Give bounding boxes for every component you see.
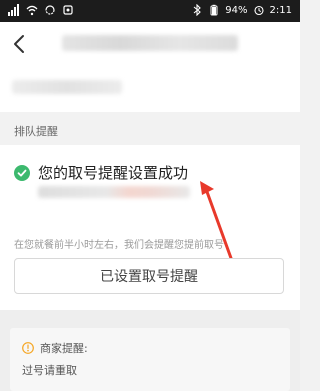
wifi-icon: [26, 5, 38, 16]
status-right-icons: 94% 2:11: [191, 4, 292, 16]
alarm-icon: [253, 5, 264, 16]
redacted-queue-info: [38, 186, 190, 198]
merchant-notice: 商家提醒: 过号请重取: [10, 328, 290, 391]
sync-icon: [45, 5, 55, 15]
redacted-info-strip: [0, 66, 300, 112]
reminder-card: 您的取号提醒设置成功 在您就餐前半小时左右，我们会提醒您提前取号 已设置取号提醒: [0, 145, 300, 310]
battery-percent: 94%: [225, 4, 248, 16]
section-title: 排队提醒: [14, 125, 58, 138]
notification-icon: [63, 5, 73, 15]
nav-bar: [0, 22, 300, 66]
signal-icon: [8, 4, 19, 16]
success-row: 您的取号提醒设置成功: [14, 162, 188, 183]
clock: 2:11: [269, 4, 292, 16]
success-message: 您的取号提醒设置成功: [38, 164, 189, 182]
notice-text: 过号请重取: [22, 364, 77, 377]
reminder-hint: 在您就餐前半小时左右，我们会提醒您提前取号: [14, 240, 224, 251]
status-bar: 94% 2:11: [0, 0, 300, 22]
notice-title: 商家提醒:: [40, 342, 88, 355]
info-icon: [22, 342, 34, 354]
reminder-set-button[interactable]: 已设置取号提醒: [14, 258, 284, 294]
bluetooth-icon: [193, 4, 202, 16]
status-left-icons: [8, 4, 74, 16]
redacted-text: [12, 80, 122, 94]
notice-header: 商家提醒:: [22, 340, 88, 356]
battery-icon: [210, 4, 218, 16]
bottom-area: 商家提醒: 过号请重取: [0, 310, 300, 391]
page-title-redacted: [62, 35, 238, 51]
check-circle-icon: [14, 164, 30, 181]
back-icon[interactable]: [6, 30, 34, 58]
